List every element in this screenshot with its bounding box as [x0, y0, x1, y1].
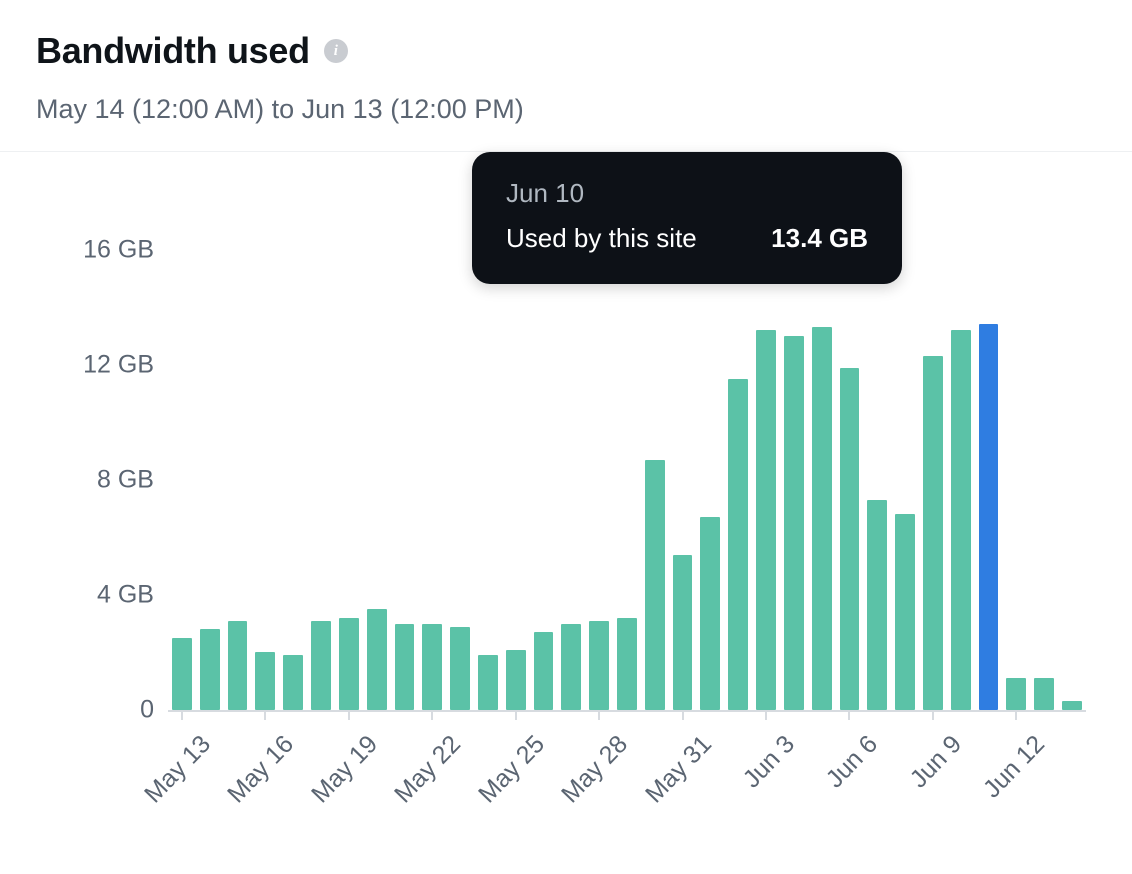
x-axis-tick: May 22	[389, 730, 467, 809]
bar[interactable]	[645, 460, 665, 710]
x-axis-tick-mark	[598, 712, 600, 720]
x-axis-tick-mark	[682, 712, 684, 720]
bar[interactable]	[561, 624, 581, 710]
bar[interactable]	[617, 618, 637, 710]
x-axis-tick-mark	[348, 712, 350, 720]
bar[interactable]	[422, 624, 442, 710]
chart: 04 GB8 GB12 GB16 GB May 13May 16May 19Ma…	[0, 152, 1132, 832]
bar[interactable]	[867, 500, 887, 710]
tooltip-date: Jun 10	[506, 178, 868, 209]
bar[interactable]	[812, 327, 832, 710]
y-axis-tick: 8 GB	[36, 465, 154, 494]
bar[interactable]	[1006, 678, 1026, 710]
x-axis-tick: May 28	[556, 730, 634, 809]
x-axis-tick: Jun 6	[821, 730, 884, 794]
bar[interactable]	[1034, 678, 1054, 710]
x-axis-tick-mark	[765, 712, 767, 720]
bar[interactable]	[228, 621, 248, 710]
chart-title: Bandwidth used	[36, 30, 310, 72]
x-axis-tick: Jun 3	[737, 730, 800, 794]
bar[interactable]	[951, 330, 971, 710]
bar[interactable]	[395, 624, 415, 710]
bar[interactable]	[450, 627, 470, 710]
bar[interactable]	[895, 514, 915, 710]
x-axis-tick-mark	[932, 712, 934, 720]
info-icon[interactable]: i	[324, 39, 348, 63]
x-axis-tick-mark	[848, 712, 850, 720]
x-axis-tick: May 16	[222, 730, 300, 809]
bar[interactable]	[255, 652, 275, 710]
y-axis-tick: 12 GB	[36, 350, 154, 379]
bar[interactable]	[979, 324, 999, 710]
bar[interactable]	[200, 629, 220, 710]
title-row: Bandwidth used i	[36, 30, 1096, 72]
x-axis-tick-mark	[1015, 712, 1017, 720]
chart-header: Bandwidth used i May 14 (12:00 AM) to Ju…	[0, 0, 1132, 125]
x-axis-tick-mark	[181, 712, 183, 720]
bar[interactable]	[1062, 701, 1082, 710]
x-axis-tick: May 31	[640, 730, 718, 809]
tooltip-row: Used by this site 13.4 GB	[506, 223, 868, 254]
bar[interactable]	[840, 368, 860, 710]
x-axis-tick-mark	[431, 712, 433, 720]
x-axis-labels: May 13May 16May 19May 22May 25May 28May …	[168, 712, 1086, 832]
bar[interactable]	[756, 330, 776, 710]
x-axis-tick-mark	[264, 712, 266, 720]
y-axis-tick: 16 GB	[36, 235, 154, 264]
bar[interactable]	[506, 650, 526, 710]
x-axis-tick: May 25	[473, 730, 551, 809]
bar[interactable]	[172, 638, 192, 710]
bar[interactable]	[283, 655, 303, 710]
bar[interactable]	[673, 555, 693, 710]
y-axis-tick: 4 GB	[36, 580, 154, 609]
x-axis-tick: May 13	[139, 730, 217, 809]
chart-subtitle: May 14 (12:00 AM) to Jun 13 (12:00 PM)	[36, 94, 1096, 125]
bar[interactable]	[784, 336, 804, 710]
bar[interactable]	[367, 609, 387, 710]
x-axis-tick: May 19	[306, 730, 384, 809]
x-axis-tick: Jun 9	[904, 730, 967, 794]
bar[interactable]	[534, 632, 554, 710]
tooltip-label: Used by this site	[506, 223, 697, 254]
bar[interactable]	[700, 517, 720, 710]
bar[interactable]	[311, 621, 331, 710]
chart-tooltip: Jun 10 Used by this site 13.4 GB	[472, 152, 902, 284]
bar[interactable]	[339, 618, 359, 710]
bar[interactable]	[589, 621, 609, 710]
bar[interactable]	[923, 356, 943, 710]
tooltip-value: 13.4 GB	[771, 223, 868, 254]
x-axis-tick: Jun 12	[978, 730, 1051, 804]
bar[interactable]	[728, 379, 748, 710]
y-axis-tick: 0	[36, 696, 154, 725]
bar[interactable]	[478, 655, 498, 710]
x-axis-tick-mark	[515, 712, 517, 720]
